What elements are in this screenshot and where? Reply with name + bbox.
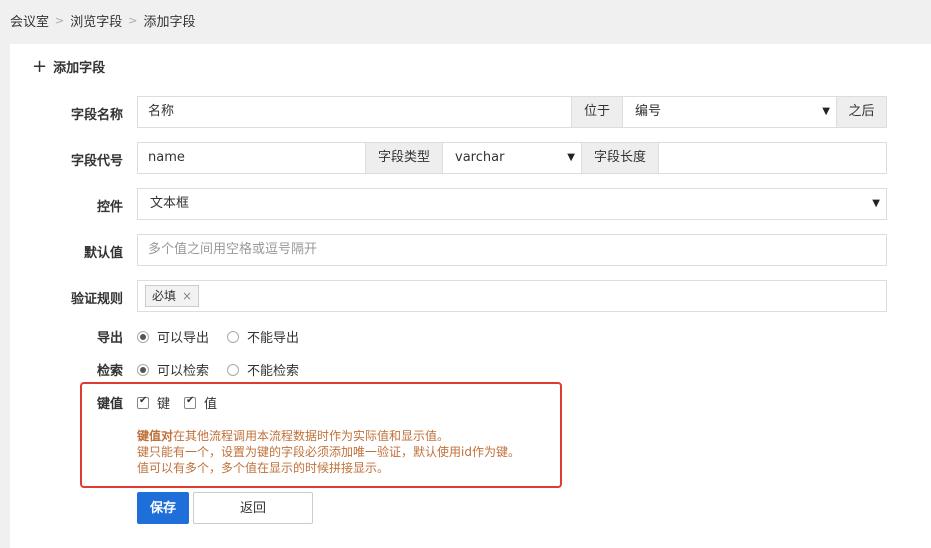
rule-tag-label: 必填 <box>152 289 177 303</box>
position-addon: 位于 <box>571 96 623 128</box>
save-button[interactable]: 保存 <box>137 492 189 524</box>
panel-header: + 添加字段 <box>32 57 105 76</box>
export-radio-group: 可以导出 不能导出 <box>137 327 317 346</box>
breadcrumb-separator-icon: > <box>55 13 65 27</box>
row-default-value: 默认值 多个值之间用空格或逗号隔开 <box>10 234 931 266</box>
search-radio-group: 可以检索 不能检索 <box>137 360 317 379</box>
caret-down-icon: ▼ <box>822 106 830 117</box>
position-select[interactable]: 编号 ▼ <box>622 96 837 128</box>
search-option-no-label: 不能检索 <box>247 364 300 379</box>
export-option-no-label: 不能导出 <box>247 331 300 346</box>
keyvalue-checkbox-group: 键 值 <box>137 393 235 412</box>
hint-line-1-text: 在其他流程调用本流程数据时作为实际值和显示值。 <box>173 429 450 443</box>
control-select-value: 文本框 <box>150 196 190 211</box>
search-option-yes[interactable]: 可以检索 <box>137 360 209 379</box>
checkbox-checked-icon[interactable] <box>137 395 149 409</box>
row-field-code: 字段代号 name 字段类型 varchar ▼ 字段长度 <box>10 142 931 174</box>
export-option-no[interactable]: 不能导出 <box>227 327 299 346</box>
caret-down-icon: ▼ <box>872 198 880 209</box>
caret-down-icon: ▼ <box>567 152 575 163</box>
value-checkbox-label: 值 <box>204 397 218 412</box>
radio-unchecked-icon[interactable] <box>227 363 240 376</box>
control-label: 控件 <box>96 200 123 215</box>
hint-line-1: 键值对在其他流程调用本流程数据时作为实际值和显示值。 <box>137 428 520 444</box>
field-code-label: 字段代号 <box>70 154 123 169</box>
hint-line-3: 值可以有多个，多个值在显示的时候拼接显示。 <box>137 461 390 475</box>
field-name-label: 字段名称 <box>70 108 123 123</box>
breadcrumb-item-browse-fields[interactable]: 浏览字段 <box>70 11 122 30</box>
export-option-yes[interactable]: 可以导出 <box>137 327 209 346</box>
radio-checked-icon[interactable] <box>137 330 149 343</box>
breadcrumb-item-meeting-room[interactable]: 会议室 <box>10 11 49 30</box>
breadcrumb: 会议室 > 浏览字段 > 添加字段 <box>10 10 195 30</box>
search-label: 检索 <box>96 364 123 379</box>
breadcrumb-separator-icon: > <box>128 13 138 27</box>
field-code-input[interactable]: name <box>137 142 366 174</box>
plus-icon: + <box>32 55 48 77</box>
row-validation-rules: 验证规则 必填 × <box>10 280 931 312</box>
panel-title: 添加字段 <box>53 61 106 76</box>
row-keyvalue: 键值 键 值 <box>10 393 931 413</box>
rule-tag-required: 必填 × <box>145 285 200 307</box>
key-checkbox-label: 键 <box>157 397 171 412</box>
validation-rules-input[interactable]: 必填 × <box>137 280 887 312</box>
after-addon: 之后 <box>836 96 887 128</box>
radio-unchecked-icon[interactable] <box>227 330 240 343</box>
field-type-select[interactable]: varchar ▼ <box>442 142 582 174</box>
hint-line-2: 键只能有一个，设置为键的字段必须添加唯一验证，默认使用id作为键。 <box>137 445 520 459</box>
validation-rules-label: 验证规则 <box>70 292 123 307</box>
field-type-select-value: varchar <box>455 150 505 165</box>
row-control: 控件 文本框 ▼ <box>10 188 931 220</box>
field-length-addon: 字段长度 <box>581 142 659 174</box>
default-value-label: 默认值 <box>83 246 123 261</box>
key-checkbox-item[interactable]: 键 <box>137 393 170 412</box>
row-export: 导出 可以导出 不能导出 <box>10 327 931 346</box>
position-select-value: 编号 <box>635 104 662 119</box>
field-type-addon: 字段类型 <box>365 142 443 174</box>
back-button[interactable]: 返回 <box>193 492 313 524</box>
field-name-input[interactable]: 名称 <box>137 96 572 128</box>
keyvalue-label: 键值 <box>96 397 123 412</box>
export-label: 导出 <box>96 331 123 346</box>
search-option-yes-label: 可以检索 <box>157 364 210 379</box>
add-field-panel: + 添加字段 字段名称 名称 位于 编号 ▼ 之后 字段代号 name 字段类型… <box>10 44 931 548</box>
breadcrumb-item-add-field: 添加字段 <box>143 14 196 30</box>
field-length-input[interactable] <box>658 142 887 174</box>
hint-strong: 键值对 <box>137 429 174 443</box>
control-select[interactable]: 文本框 ▼ <box>137 188 887 220</box>
keyvalue-hint: 键值对在其他流程调用本流程数据时作为实际值和显示值。 键只能有一个，设置为键的字… <box>137 428 520 476</box>
search-option-no[interactable]: 不能检索 <box>227 360 299 379</box>
default-value-input[interactable]: 多个值之间用空格或逗号隔开 <box>137 234 887 266</box>
checkbox-checked-icon[interactable] <box>184 395 197 409</box>
row-field-name: 字段名称 名称 位于 编号 ▼ 之后 <box>10 96 931 128</box>
close-icon[interactable]: × <box>182 286 192 306</box>
value-checkbox-item[interactable]: 值 <box>184 393 217 412</box>
row-search: 检索 可以检索 不能检索 <box>10 360 931 379</box>
radio-checked-icon[interactable] <box>137 363 149 376</box>
export-option-yes-label: 可以导出 <box>157 331 210 346</box>
